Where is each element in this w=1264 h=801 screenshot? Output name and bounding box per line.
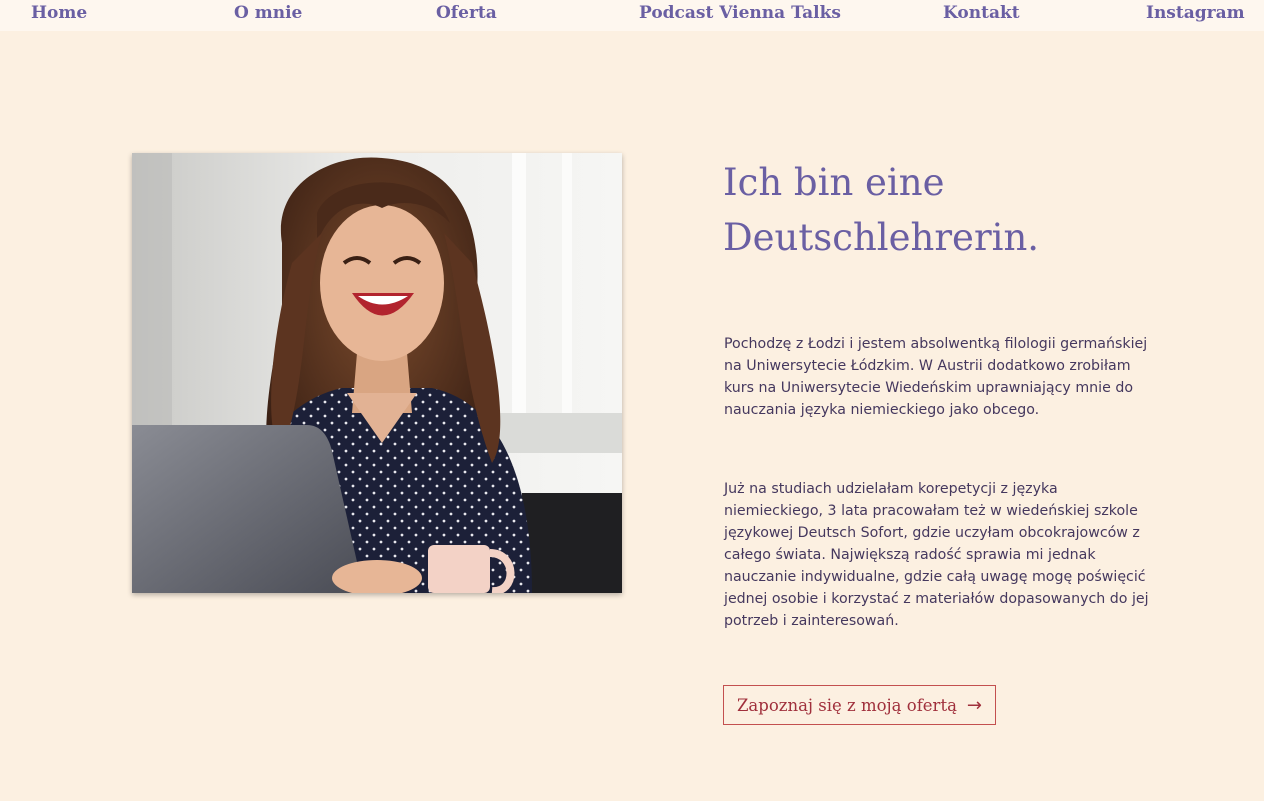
nav-about-link[interactable]: O mnie (234, 3, 302, 23)
experience-paragraph: Już na studiach udzielałam korepetycji z… (724, 481, 1149, 629)
offer-cta-button[interactable]: Zapoznaj się z moją ofertą → (723, 685, 996, 725)
nav-instagram-link[interactable]: Instagram (1146, 3, 1245, 23)
nav-contact-link[interactable]: Kontakt (943, 3, 1020, 23)
nav-home-link[interactable]: Home (31, 3, 87, 23)
offer-cta-label: Zapoznaj się z moją ofertą (736, 695, 957, 715)
intro-paragraph: Pochodzę z Łodzi i jestem absolwentką fi… (724, 336, 1148, 418)
nav-podcast-link[interactable]: Podcast Vienna Talks (639, 3, 841, 23)
top-navigation: Home O mnie Oferta Podcast Vienna Talks … (0, 0, 1264, 31)
title-line-2: Deutschlehrerin. (723, 216, 1040, 259)
nav-offer-link[interactable]: Oferta (436, 3, 497, 23)
arrow-right-icon: → (966, 694, 983, 716)
teacher-photo-illustration (132, 153, 622, 593)
page-title: Ich bin eine Deutschlehrerin. (723, 155, 1143, 265)
title-line-1: Ich bin eine (723, 161, 945, 204)
teacher-photo (132, 153, 622, 593)
